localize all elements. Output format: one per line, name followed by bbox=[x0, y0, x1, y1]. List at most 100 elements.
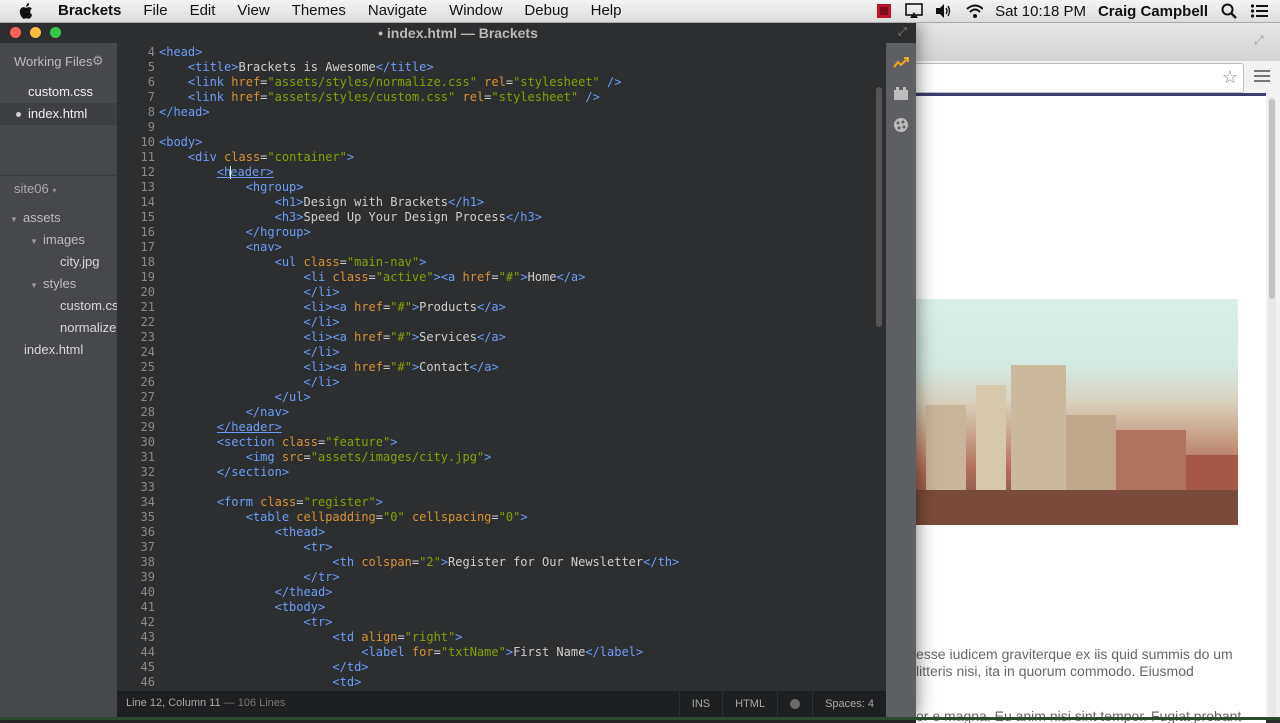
code-line[interactable]: </hgroup> bbox=[159, 225, 311, 240]
line-number: 25 bbox=[140, 360, 155, 374]
menu-debug[interactable]: Debug bbox=[513, 0, 579, 22]
code-line[interactable]: <tr> bbox=[159, 540, 333, 555]
tree-file-normalize-css[interactable]: normalize bbox=[60, 317, 116, 339]
code-line[interactable]: <nav> bbox=[159, 240, 282, 255]
code-line[interactable]: <form class="register"> bbox=[159, 495, 383, 510]
live-preview-icon[interactable] bbox=[893, 55, 909, 71]
browser-menu-icon[interactable] bbox=[1254, 67, 1270, 83]
code-line[interactable]: <td> bbox=[159, 675, 361, 690]
code-line[interactable]: <h1>Design with Brackets</h1> bbox=[159, 195, 485, 210]
extension-manager-icon[interactable] bbox=[893, 85, 909, 101]
line-number: 38 bbox=[140, 555, 155, 569]
code-line[interactable]: <li><a href="#">Services</a> bbox=[159, 330, 506, 345]
working-files-heading: Working Files bbox=[14, 54, 93, 69]
code-line[interactable]: <div class="container"> bbox=[159, 150, 354, 165]
menu-bar: Brackets File Edit View Themes Navigate … bbox=[0, 0, 1280, 23]
tree-file-custom-css[interactable]: custom.css bbox=[60, 295, 117, 317]
project-dropdown[interactable]: site06 ▾ bbox=[14, 181, 65, 196]
code-line[interactable]: </header> bbox=[159, 420, 282, 435]
code-line[interactable]: <link href="assets/styles/normalize.css"… bbox=[159, 75, 622, 90]
notification-center-icon[interactable] bbox=[1250, 3, 1268, 19]
code-line[interactable]: <th colspan="2">Register for Our Newslet… bbox=[159, 555, 679, 570]
code-line[interactable]: </tr> bbox=[159, 570, 340, 585]
code-line[interactable]: </li> bbox=[159, 285, 340, 300]
menubar-clock[interactable]: Sat 10:18 PM bbox=[995, 3, 1086, 20]
tree-label: city.jpg bbox=[60, 254, 100, 269]
code-line[interactable]: <li class="active"><a href="#">Home</a> bbox=[159, 270, 586, 285]
code-line[interactable]: <h3>Speed Up Your Design Process</h3> bbox=[159, 210, 542, 225]
browser-resize-icon[interactable]: ⤢ bbox=[1254, 33, 1268, 47]
code-line[interactable]: <td align="right"> bbox=[159, 630, 462, 645]
code-line[interactable]: </section> bbox=[159, 465, 289, 480]
line-number: 46 bbox=[140, 675, 155, 689]
menu-navigate[interactable]: Navigate bbox=[357, 0, 438, 22]
linter-status[interactable] bbox=[777, 691, 812, 717]
browser-address-bar[interactable] bbox=[900, 63, 1244, 93]
menubar-user[interactable]: Craig Campbell bbox=[1098, 3, 1208, 20]
code-line[interactable]: <label for="txtName">First Name</label> bbox=[159, 645, 643, 660]
code-line[interactable]: </li> bbox=[159, 345, 340, 360]
code-line[interactable]: <tr> bbox=[159, 615, 333, 630]
line-number: 15 bbox=[140, 210, 155, 224]
tree-file-city-jpg[interactable]: city.jpg bbox=[60, 251, 100, 273]
scrollbar-thumb[interactable] bbox=[876, 87, 882, 327]
airplay-icon[interactable] bbox=[905, 3, 923, 19]
code-line[interactable]: <tbody> bbox=[159, 600, 326, 615]
insert-mode-indicator[interactable]: INS bbox=[678, 691, 722, 717]
code-line[interactable]: <link href="assets/styles/custom.css" re… bbox=[159, 90, 600, 105]
code-line[interactable]: <img src="assets/images/city.jpg"> bbox=[159, 450, 492, 465]
menu-view[interactable]: View bbox=[226, 0, 280, 22]
code-line[interactable]: </li> bbox=[159, 375, 340, 390]
code-line[interactable]: </nav> bbox=[159, 405, 289, 420]
spotlight-search-icon[interactable] bbox=[1220, 3, 1238, 19]
fullscreen-icon[interactable]: ⤢ bbox=[898, 26, 910, 38]
recording-icon[interactable] bbox=[875, 3, 893, 19]
code-line[interactable]: <li><a href="#">Contact</a> bbox=[159, 360, 499, 375]
apple-icon[interactable] bbox=[18, 2, 36, 20]
line-number: 40 bbox=[140, 585, 155, 599]
code-line[interactable]: <section class="feature"> bbox=[159, 435, 398, 450]
menu-window[interactable]: Window bbox=[438, 0, 513, 22]
code-line[interactable]: <table cellpadding="0" cellspacing="0"> bbox=[159, 510, 528, 525]
code-line[interactable]: <title>Brackets is Awesome</title> bbox=[159, 60, 434, 75]
code-line[interactable]: </li> bbox=[159, 315, 340, 330]
bookmark-star-icon[interactable]: ☆ bbox=[1222, 67, 1238, 88]
code-line[interactable]: </ul> bbox=[159, 390, 311, 405]
menu-help[interactable]: Help bbox=[580, 0, 633, 22]
code-line[interactable]: <hgroup> bbox=[159, 180, 304, 195]
window-titlebar[interactable]: • index.html — Brackets ⤢ bbox=[0, 23, 916, 43]
gear-icon[interactable]: ⚙ bbox=[92, 53, 106, 68]
line-number: 30 bbox=[140, 435, 155, 449]
code-line[interactable]: </thead> bbox=[159, 585, 333, 600]
working-file-custom-css[interactable]: custom.css bbox=[0, 81, 117, 103]
indent-settings[interactable]: Spaces: 4 bbox=[812, 691, 886, 717]
language-selector[interactable]: HTML bbox=[722, 691, 777, 717]
code-line[interactable]: <thead> bbox=[159, 525, 326, 540]
code-line[interactable]: </head> bbox=[159, 105, 210, 120]
editor-scrollbar[interactable] bbox=[873, 43, 885, 691]
code-line[interactable]: <ul class="main-nav"> bbox=[159, 255, 427, 270]
code-line[interactable]: </td> bbox=[159, 660, 368, 675]
tree-file-index-html[interactable]: index.html bbox=[24, 339, 83, 361]
tree-folder-assets[interactable]: ▼ assets bbox=[10, 207, 61, 229]
code-line[interactable]: <header> bbox=[159, 165, 274, 180]
code-line[interactable]: <li><a href="#">Products</a> bbox=[159, 300, 506, 315]
wifi-icon[interactable] bbox=[965, 3, 984, 19]
code-line[interactable]: <body> bbox=[159, 135, 202, 150]
volume-icon[interactable] bbox=[935, 3, 953, 19]
menu-themes[interactable]: Themes bbox=[281, 0, 357, 22]
tree-folder-styles[interactable]: ▼ styles bbox=[30, 273, 76, 295]
cursor-position[interactable]: Line 12, Column 11 — 106 Lines bbox=[126, 697, 285, 709]
tree-label: assets bbox=[23, 210, 61, 225]
line-number: 17 bbox=[140, 240, 155, 254]
code-editor[interactable]: 4 5 6 7 8 9 10 11 12 13 14 15 16 17 18 19 20 21 22 23 24 25 26… bbox=[117, 43, 887, 691]
menu-edit[interactable]: Edit bbox=[179, 0, 227, 22]
menu-file[interactable]: File bbox=[132, 0, 178, 22]
browser-scrollbar[interactable] bbox=[1268, 97, 1276, 717]
tree-folder-images[interactable]: ▼ images bbox=[30, 229, 85, 251]
menu-app-name[interactable]: Brackets bbox=[50, 0, 132, 22]
line-number: 41 bbox=[140, 600, 155, 614]
theme-palette-icon[interactable] bbox=[893, 117, 909, 133]
code-line[interactable]: <head> bbox=[159, 45, 202, 60]
working-file-index-html[interactable]: index.html bbox=[0, 103, 117, 125]
